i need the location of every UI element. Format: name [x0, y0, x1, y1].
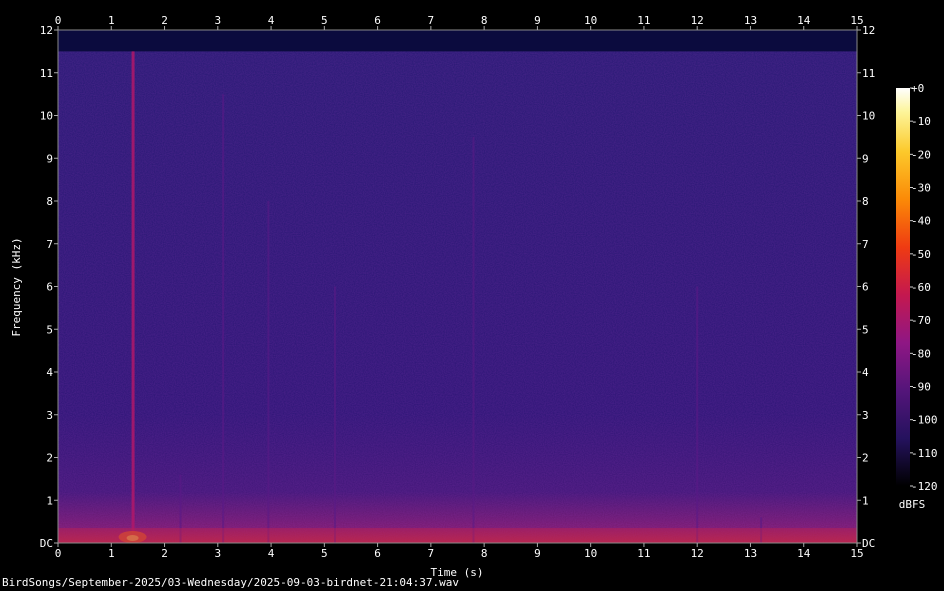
x-tick-label-top: 9: [534, 14, 541, 27]
colorbar-tick-label: -80: [911, 347, 931, 360]
event-streak: [472, 136, 475, 543]
x-tick-label-bottom: 3: [214, 547, 221, 560]
y-tick-label-left: 10: [40, 110, 53, 123]
x-tick-label-top: 3: [214, 14, 221, 27]
colorbar-ticks: +0 -10 -20 -30 -40 -50 -60 -70 -80 -90 -100 -110 -12…: [910, 82, 938, 493]
y-tick-label-left: 12: [40, 24, 53, 37]
y-tick-label-left: 8: [46, 195, 53, 208]
colorbar-gradient: [896, 88, 910, 486]
file-path-caption: BirdSongs/September-2025/03-Wednesday/20…: [2, 576, 459, 589]
y-axis-title: Frequency (kHz): [10, 237, 23, 336]
y-tick-label-right: 2: [862, 452, 869, 465]
y-tick-label-left: 11: [40, 67, 53, 80]
colorbar-tick-label: -60: [911, 281, 931, 294]
x-tick-label-bottom: 1: [108, 547, 115, 560]
y-tick-label-left: 4: [46, 366, 53, 379]
y-tick-label-right: 9: [862, 152, 869, 165]
x-tick-label-bottom: 6: [374, 547, 381, 560]
y-tick-label-left: 9: [46, 152, 53, 165]
x-tick-label-bottom: 14: [797, 547, 811, 560]
x-tick-label-top: 8: [481, 14, 488, 27]
y-tick-label-left: 1: [46, 494, 53, 507]
event-streak: [222, 94, 225, 543]
colorbar-tick-label: -30: [911, 182, 931, 195]
event-streak: [267, 201, 270, 543]
x-tick-label-top: 7: [428, 14, 435, 27]
x-tick-label-bottom: 0: [55, 547, 62, 560]
colorbar-tick-label: -10: [911, 115, 931, 128]
x-tick-label-bottom: 5: [321, 547, 328, 560]
colorbar-tick-label: +0: [911, 82, 924, 95]
x-tick-label-top: 11: [637, 14, 650, 27]
colorbar-tick-label: -110: [911, 447, 938, 460]
x-tick-label-top: 6: [374, 14, 381, 27]
spectrogram-figure: 0011223344556677889910101111121213131414…: [10, 14, 938, 579]
colorbar-tick-label: -40: [911, 215, 931, 228]
x-tick-label-top: 5: [321, 14, 328, 27]
colorbar-tick-label: -90: [911, 381, 931, 394]
y-tick-label-right: 3: [862, 409, 869, 422]
event-streak: [696, 286, 699, 543]
x-tick-label-top: 0: [55, 14, 62, 27]
y-tick-label-right: DC: [862, 537, 875, 550]
event-streak: [131, 51, 135, 543]
colorbar-unit: dBFS: [899, 498, 926, 511]
y-tick-label-right: 7: [862, 238, 869, 251]
x-tick-label-bottom: 9: [534, 547, 541, 560]
x-tick-label-top: 10: [584, 14, 597, 27]
plot-area: [57, 29, 858, 544]
y-tick-label-right: 4: [862, 366, 869, 379]
x-tick-label-bottom: 2: [161, 547, 168, 560]
x-tick-label-bottom: 4: [268, 547, 275, 560]
x-tick-label-bottom: 11: [637, 547, 650, 560]
x-tick-label-bottom: 10: [584, 547, 597, 560]
x-tick-label-top: 12: [691, 14, 704, 27]
colorbar: +0 -10 -20 -30 -40 -50 -60 -70 -80 -90 -100 -110 -12…: [896, 82, 938, 511]
x-tick-label-bottom: 8: [481, 547, 488, 560]
y-tick-label-left: 5: [46, 323, 53, 336]
y-tick-label-left: 6: [46, 281, 53, 294]
y-tick-label-right: 8: [862, 195, 869, 208]
x-tick-label-bottom: 7: [428, 547, 435, 560]
y-tick-label-right: 10: [862, 110, 875, 123]
x-tick-label-top: 4: [268, 14, 275, 27]
colorbar-tick-label: -50: [911, 248, 931, 261]
x-tick-label-top: 2: [161, 14, 168, 27]
spectrogram-cutoff-band: [58, 30, 857, 52]
x-tick-label-top: 13: [744, 14, 757, 27]
x-tick-label-bottom: 12: [691, 547, 704, 560]
event-streak: [333, 286, 336, 543]
colorbar-tick-label: -20: [911, 148, 931, 161]
x-tick-label-bottom: 13: [744, 547, 757, 560]
colorbar-tick-label: -100: [911, 414, 938, 427]
y-tick-label-left: DC: [40, 537, 53, 550]
colorbar-tick-label: -70: [911, 314, 931, 327]
y-tick-label-right: 11: [862, 67, 875, 80]
y-tick-label-right: 6: [862, 281, 869, 294]
y-tick-label-left: 7: [46, 238, 53, 251]
x-tick-label-top: 1: [108, 14, 115, 27]
spectrogram-noise-texture: [58, 30, 857, 543]
y-tick-label-right: 1: [862, 494, 869, 507]
y-tick-label-left: 2: [46, 452, 53, 465]
y-tick-label-right: 12: [862, 24, 875, 37]
low-frequency-band: [58, 528, 857, 543]
y-tick-label-left: 3: [46, 409, 53, 422]
y-tick-label-right: 5: [862, 323, 869, 336]
x-tick-label-top: 14: [797, 14, 811, 27]
colorbar-tick-label: -120: [911, 480, 938, 493]
